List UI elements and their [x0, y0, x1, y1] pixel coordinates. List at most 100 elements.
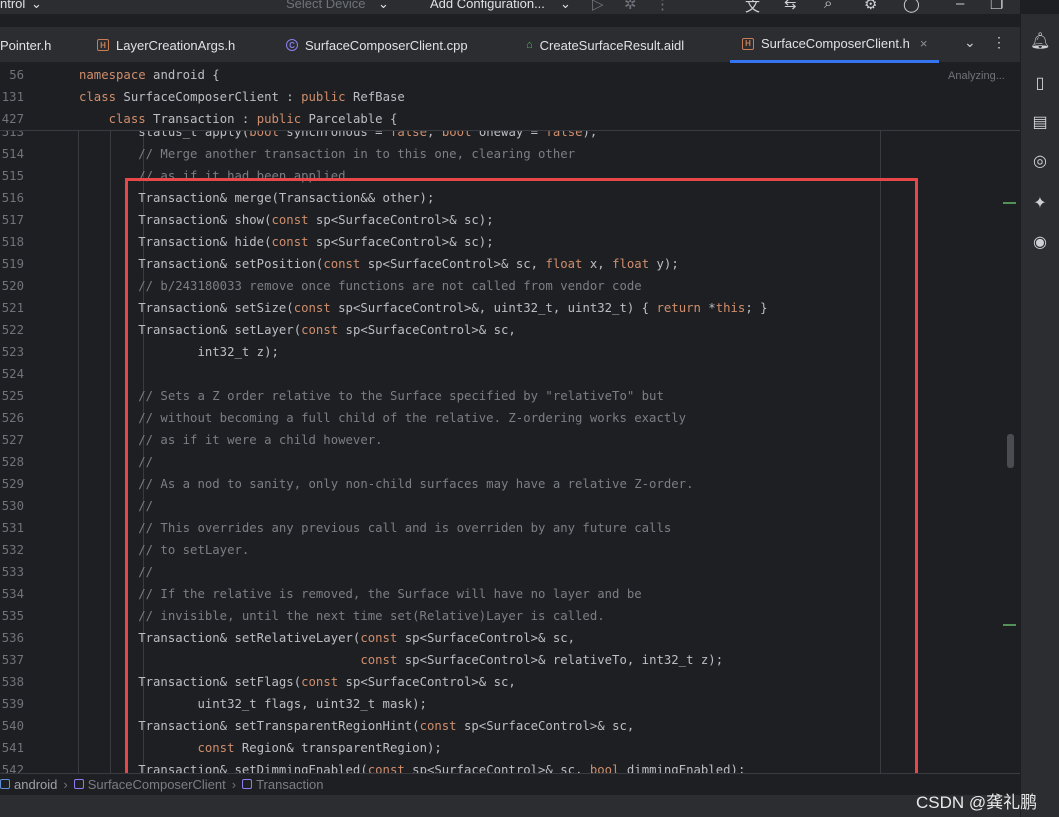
more-actions-icon[interactable]: ⋮: [655, 0, 670, 13]
line-number: 518: [1, 235, 24, 249]
comment-token: // Merge another transaction in to this …: [79, 147, 576, 161]
tab-createsurfaceresult-aidl[interactable]: ⌂ CreateSurfaceResult.aidl: [526, 27, 684, 63]
keyword-token: namespace: [79, 68, 146, 82]
keyword-token: false: [545, 131, 583, 139]
sticky-scope-header: Analyzing... 56 namespace android {131 cla…: [0, 63, 1020, 131]
line-number: 56: [9, 68, 24, 82]
keyword-token: public: [301, 90, 346, 104]
line-number: 533: [1, 565, 24, 579]
code-text: class Transaction : public Parcelable {: [79, 108, 398, 130]
line-number: 537: [1, 653, 24, 667]
notifications-icon[interactable]: 🔔︎: [1030, 32, 1050, 52]
code-token: );: [582, 131, 598, 139]
breadcrumb-item-android[interactable]: android: [0, 777, 57, 792]
vertical-scrollbar-thumb[interactable]: [1007, 434, 1014, 468]
project-label[interactable]: ntrol: [0, 0, 25, 11]
line-number: 527: [1, 433, 24, 447]
code-line[interactable]: 427 class Transaction : public Parcelabl…: [0, 108, 1000, 130]
line-number: 513: [1, 131, 24, 139]
highlight-box: [125, 178, 918, 782]
line-number: 131: [1, 90, 24, 104]
header-file-icon: H: [97, 39, 109, 51]
namespace-icon: [0, 779, 10, 789]
code-text: namespace android {: [79, 64, 220, 86]
chevron-down-icon[interactable]: ⌄: [560, 0, 571, 12]
line-number: 540: [1, 719, 24, 733]
code-token: android {: [145, 68, 220, 82]
code-token: RefBase: [345, 90, 405, 104]
run-configuration-selector[interactable]: Add Configuration...: [430, 0, 545, 11]
keyword-token: public: [256, 112, 302, 126]
gemini-icon[interactable]: ◎: [1030, 152, 1050, 172]
tab-label: SurfaceComposerClient.h: [761, 36, 910, 51]
line-number: 522: [1, 323, 24, 337]
tab-pointer-h[interactable]: Pointer.h: [0, 27, 51, 63]
chevron-right-icon: ›: [231, 777, 237, 792]
line-number: 524: [1, 367, 24, 381]
line-number: 536: [1, 631, 24, 645]
change-marker[interactable]: [1003, 202, 1016, 204]
restore-icon[interactable]: ❐: [990, 0, 1003, 13]
tab-label: SurfaceComposerClient.cpp: [305, 37, 468, 53]
tab-list-chevron-icon[interactable]: ⌄: [964, 34, 976, 51]
code-token: oneway =: [471, 131, 546, 139]
settings-icon[interactable]: ⚙: [864, 0, 877, 13]
keyword-token: bool: [249, 131, 279, 139]
chevron-down-icon[interactable]: ⌄: [378, 0, 389, 12]
line-number: 525: [1, 389, 24, 403]
debug-icon[interactable]: ✲: [624, 0, 637, 13]
tab-surfacecomposerclient-h[interactable]: H SurfaceComposerClient.h ×: [730, 27, 940, 63]
minimize-icon[interactable]: –: [956, 0, 964, 12]
code-token: Parcelable {: [301, 112, 398, 126]
translate-icon[interactable]: 文: [745, 0, 760, 14]
account-icon[interactable]: ◯: [903, 0, 920, 13]
tab-options-icon[interactable]: ⋮: [992, 34, 1006, 51]
code-line[interactable]: 56 namespace android {: [0, 64, 1000, 86]
line-number: 515: [1, 169, 24, 183]
chevron-down-icon[interactable]: ⌄: [31, 0, 42, 12]
right-tool-window-bar: 🔔︎ ▯ ▤ ◎ ✦ ◉: [1020, 14, 1059, 817]
ai-assistant-icon[interactable]: ✦: [1030, 194, 1050, 214]
breadcrumb-item-class[interactable]: SurfaceComposerClient: [73, 777, 226, 792]
line-number: 514: [1, 147, 24, 161]
line-number: 529: [1, 477, 24, 491]
change-marker[interactable]: [1003, 624, 1016, 626]
breadcrumb-item-transaction[interactable]: Transaction: [242, 777, 324, 792]
line-number: 521: [1, 301, 24, 315]
main-toolbar: ntrol ⌄ Select Device ⌄ Add Configuratio…: [0, 0, 1020, 14]
line-number: 538: [1, 675, 24, 689]
tab-label: Pointer.h: [0, 37, 52, 53]
line-number: 427: [1, 112, 24, 126]
close-tab-icon[interactable]: ×: [920, 36, 928, 51]
line-number: 532: [1, 543, 24, 557]
class-icon: [242, 779, 253, 789]
code-token: status_t apply(: [79, 131, 250, 139]
header-file-icon: H: [742, 37, 754, 50]
search-icon[interactable]: ⌕: [824, 0, 832, 12]
tab-label: LayerCreationArgs.h: [116, 37, 236, 53]
code-text: class SurfaceComposerClient : public Ref…: [79, 86, 405, 108]
aidl-file-icon: ⌂: [526, 39, 533, 51]
line-number: 523: [1, 345, 24, 359]
line-number: 519: [1, 257, 24, 271]
tab-layercreationargs-h[interactable]: H LayerCreationArgs.h: [97, 27, 235, 63]
vcs-icon[interactable]: ⇆: [784, 0, 797, 13]
keyword-token: class: [108, 112, 146, 126]
code-text: // Merge another transaction in to this …: [79, 143, 575, 165]
code-line[interactable]: 514 // Merge another transaction in to t…: [0, 143, 1000, 165]
line-number: 542: [1, 763, 24, 773]
tab-surfacecomposerclient-cpp[interactable]: C SurfaceComposerClient.cpp: [286, 27, 468, 63]
run-icon[interactable]: ▷: [592, 0, 604, 13]
class-icon: [73, 779, 84, 789]
code-line[interactable]: 131 class SurfaceComposerClient : public …: [0, 86, 1000, 108]
line-number: 526: [1, 411, 24, 425]
code-line[interactable]: 513 status_t apply(bool synchronous = fa…: [0, 131, 1000, 143]
code-token: SurfaceComposerClient :: [116, 90, 302, 104]
device-explorer-icon[interactable]: ▤: [1030, 113, 1050, 133]
device-manager-icon[interactable]: ▯: [1030, 74, 1050, 94]
line-number: 520: [1, 279, 24, 293]
device-selector[interactable]: Select Device: [286, 0, 365, 11]
copilot-icon[interactable]: ◉: [1030, 233, 1050, 253]
code-text: status_t apply(bool synchronous = false,…: [79, 131, 597, 143]
